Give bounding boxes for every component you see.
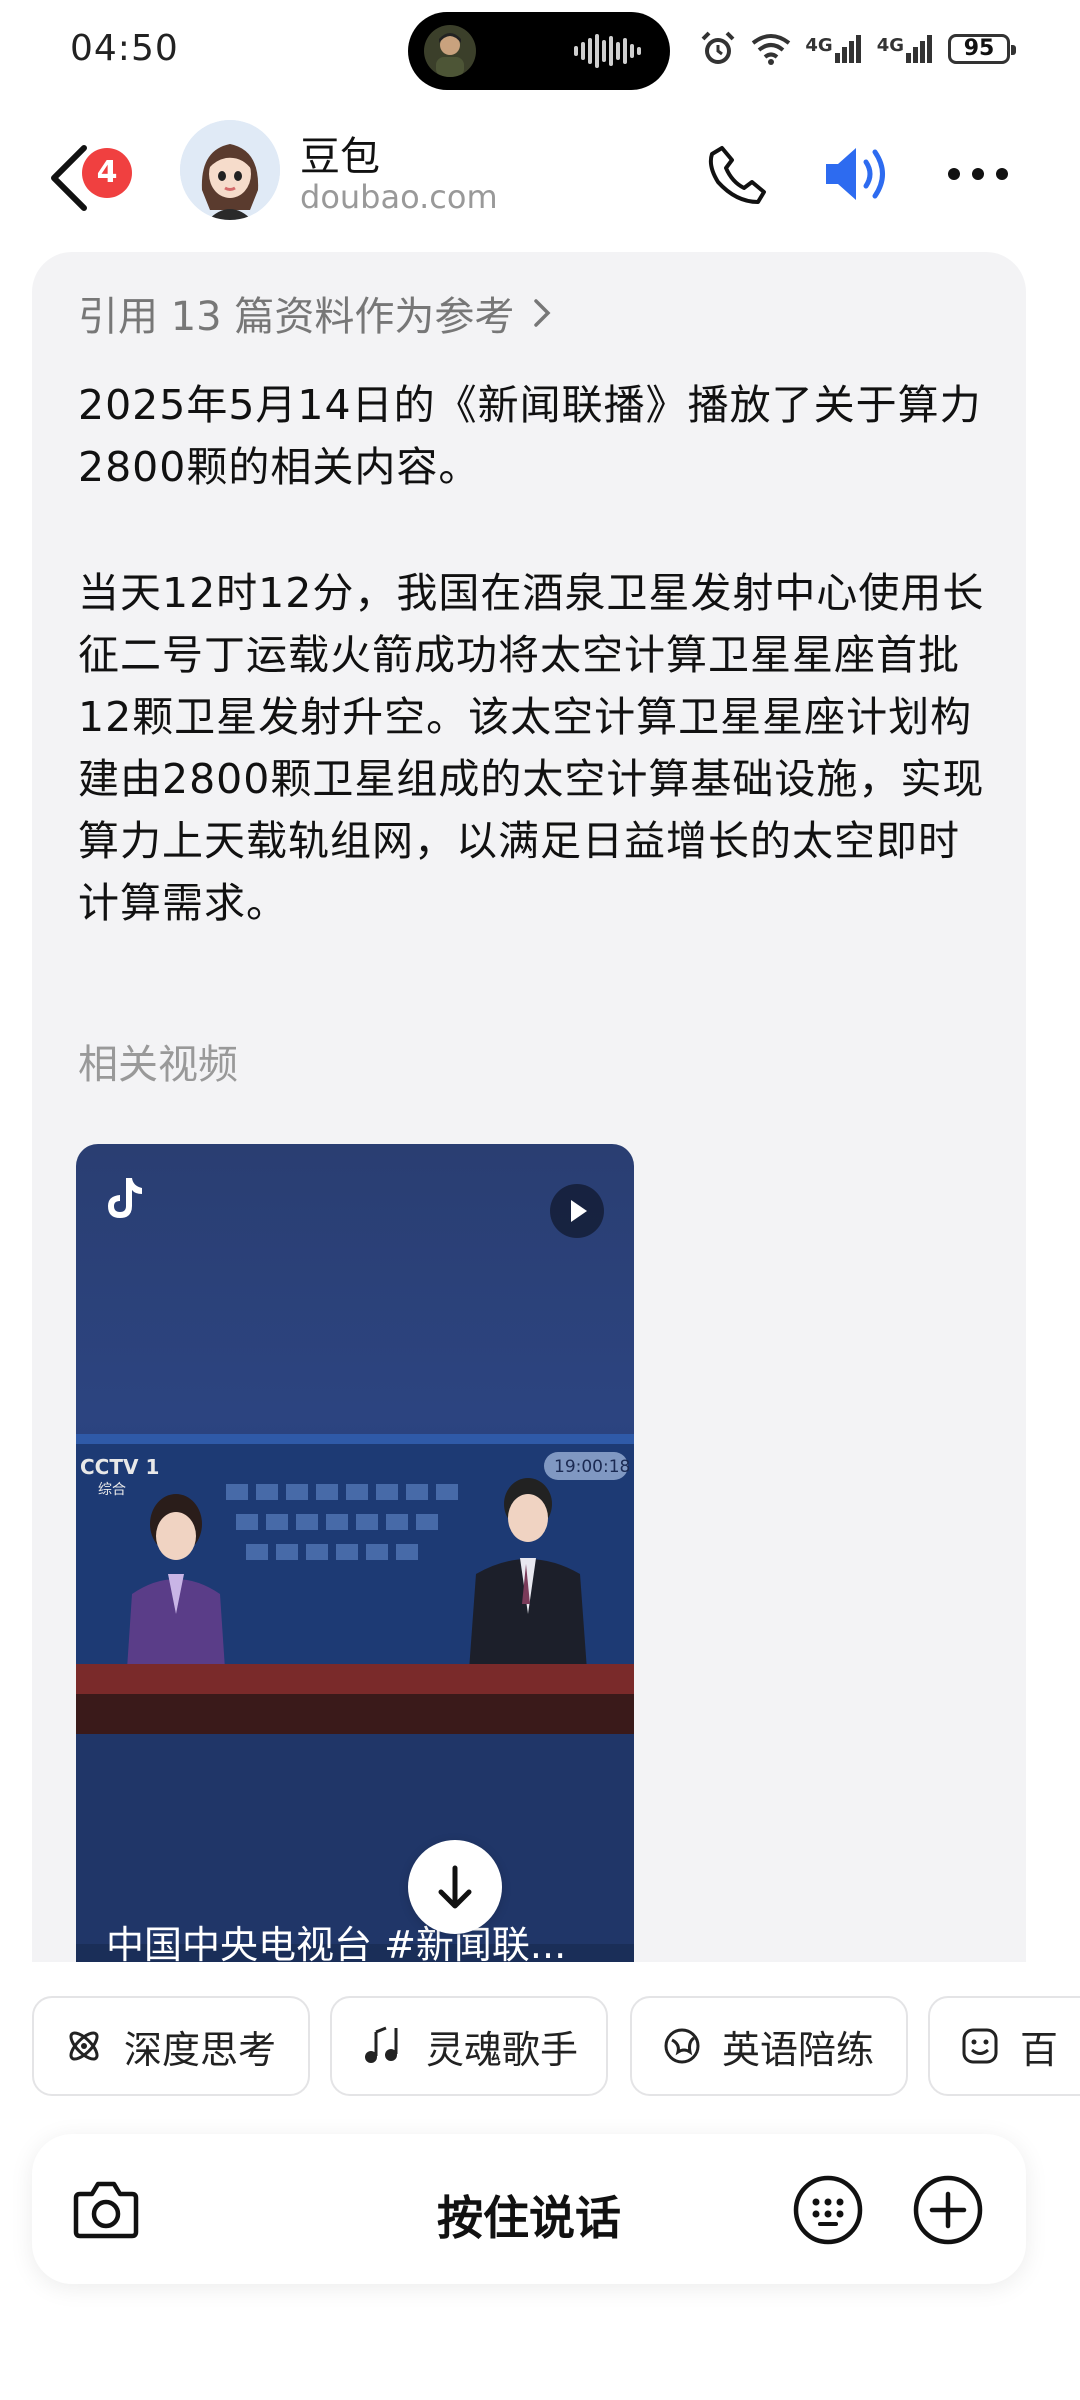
chip-more[interactable]: 百 [928, 1996, 1080, 2096]
video-play-button[interactable] [550, 1184, 604, 1238]
smile-icon [962, 2028, 998, 2064]
chip-label: 百 [1020, 2027, 1059, 2072]
status-bar: 04:50 4G 4G 95 [0, 0, 1080, 100]
channel-logo: CCTV 1 [80, 1455, 159, 1479]
status-time: 04:50 [70, 28, 179, 69]
signal-2-icon: 4G [877, 35, 934, 63]
answer-paragraph-1: 2025年5月14日的《新闻联播》播放了关于算力2800颗的相关内容。 [78, 381, 982, 491]
atom-icon [69, 2031, 99, 2061]
island-avatar [424, 25, 476, 77]
signal-1-icon: 4G [805, 35, 862, 63]
play-icon [571, 1200, 587, 1222]
plus-icon[interactable] [912, 2174, 984, 2246]
music-note-icon [365, 2026, 398, 2063]
tiktok-icon [108, 1178, 142, 1218]
status-icons: 4G 4G 95 [699, 30, 1016, 68]
phone-call-icon[interactable] [706, 142, 770, 206]
bot-domain: doubao.com [300, 178, 498, 216]
bot-avatar[interactable] [180, 120, 280, 220]
wifi-icon [752, 34, 791, 65]
answer-paragraph-2: 当天12时12分，我国在酒泉卫星发射中心使用长征二号丁运载火箭成功将太空计算卫星… [78, 569, 985, 927]
keyboard-icon[interactable] [792, 2174, 864, 2246]
chip-label: 英语陪练 [722, 2027, 875, 2072]
hold-to-talk-button[interactable]: 按住说话 [32, 2182, 1026, 2248]
arrow-down-icon [438, 1865, 472, 1909]
chevron-right-icon [534, 299, 551, 327]
battery-indicator: 95 [948, 34, 1016, 64]
chip-soul-singer[interactable]: 灵魂歌手 [330, 1996, 608, 2096]
chip-label: 灵魂歌手 [426, 2027, 579, 2072]
video-thumbnail: CCTV 1 综合 19:00:18 [76, 1434, 634, 1962]
chip-label: 深度思考 [124, 2027, 277, 2072]
more-options-icon[interactable] [946, 162, 1010, 186]
unread-badge: 4 [82, 148, 132, 198]
suggestion-chips: 深度思考 灵魂歌手 英语陪练 百 [0, 1996, 1080, 2100]
video-clock: 19:00:18 [554, 1457, 630, 1477]
channel-sub: 综合 [98, 1482, 126, 1498]
speaker-volume-icon[interactable] [820, 140, 890, 208]
chip-deep-think[interactable]: 深度思考 [32, 1996, 310, 2096]
assistant-message-card: 引用 13 篇资料作为参考 2025年5月14日的《新闻联播》播放了关于算力28… [32, 252, 1026, 1962]
dynamic-island[interactable] [408, 12, 670, 90]
references-label: 引用 13 篇资料作为参考 [78, 294, 515, 340]
related-video-card[interactable]: CCTV 1 综合 19:00:18 中国中央电视台 #新闻联... [76, 1144, 634, 1962]
audio-wave-icon [574, 34, 641, 68]
references-link[interactable]: 引用 13 篇资料作为参考 [78, 284, 552, 342]
scroll-down-button[interactable] [408, 1840, 502, 1934]
chip-english-practice[interactable]: 英语陪练 [630, 1996, 908, 2096]
input-bar: 按住说话 [32, 2134, 1026, 2284]
bot-name: 豆包 [300, 134, 380, 180]
chat-header: 4 豆包 doubao.com [0, 110, 1080, 240]
globe-icon [664, 2028, 700, 2064]
alarm-icon [701, 31, 735, 64]
related-videos-title: 相关视频 [78, 1042, 238, 1088]
